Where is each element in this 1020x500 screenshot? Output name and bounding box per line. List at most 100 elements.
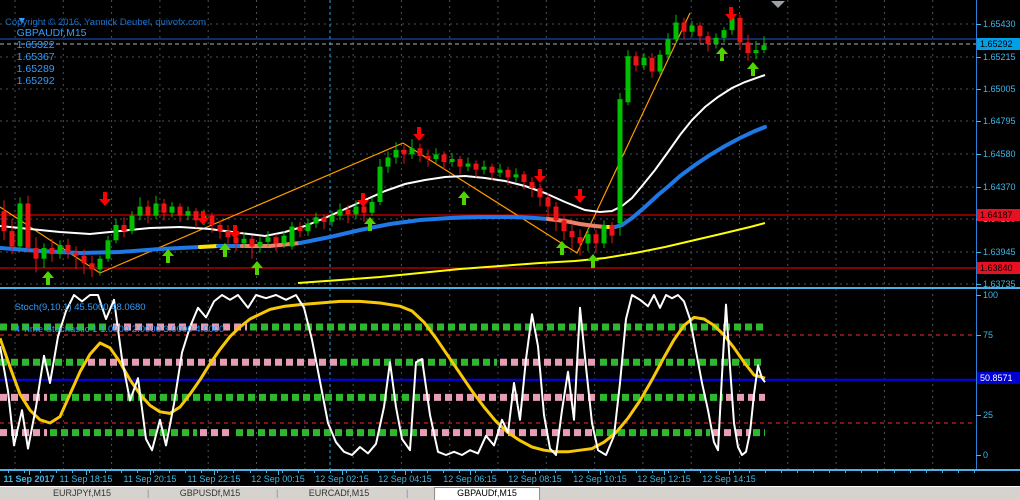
time-axis[interactable]: 11 Sep 2017 11 Sep 18:15 11 Sep 20:15 11 Se… [0, 471, 1020, 486]
time-axis-minor-tick [249, 471, 251, 473]
open-value: 1.65322 [16, 39, 55, 51]
time-axis-minor-tick [619, 471, 621, 473]
candlestick [673, 22, 679, 40]
tab-gbpusdf-m15[interactable]: GBPUSDf,M15 [180, 488, 241, 498]
time-axis-label: 12 Sep 12:15 [637, 474, 691, 484]
price-axis-tick [976, 284, 981, 285]
candlestick [609, 224, 615, 236]
time-axis-minor-tick [394, 471, 396, 473]
time-axis-minor-tick [684, 471, 686, 473]
candlestick [433, 154, 439, 159]
candlestick [17, 203, 23, 247]
candlestick [169, 206, 175, 213]
candlestick [465, 163, 471, 167]
time-axis-minor-tick [716, 471, 718, 473]
candlestick [505, 169, 511, 178]
candlestick [249, 238, 255, 247]
tab-eurjpyf-m15[interactable]: EURJPYf,M15 [53, 488, 111, 498]
candlestick [329, 215, 335, 222]
time-axis-minor-tick [845, 471, 847, 473]
candlestick [145, 206, 151, 216]
time-axis-label: 12 Sep 10:15 [573, 474, 627, 484]
candlestick [57, 244, 63, 255]
candlestick [753, 50, 759, 54]
time-axis-label: 12 Sep 14:15 [702, 474, 756, 484]
time-axis-minor-tick [507, 471, 509, 473]
candlestick [9, 231, 15, 247]
stoch-axis-tick [976, 415, 981, 416]
time-axis-minor-tick [24, 471, 26, 473]
candlestick [745, 42, 751, 54]
candlestick [81, 255, 87, 264]
price-axis-tick [976, 24, 981, 25]
main-chart[interactable] [0, 0, 976, 288]
time-axis-minor-tick [330, 471, 331, 473]
time-axis-minor-tick [780, 471, 782, 473]
tab-eurcadf-m15[interactable]: EURCADf,M15 [309, 488, 370, 498]
candlestick [537, 188, 543, 198]
time-axis-label: 11 Sep 20:15 [123, 474, 177, 484]
close-value: 1.65292 [16, 75, 55, 87]
candlestick [569, 231, 575, 238]
candlestick [209, 215, 215, 225]
time-axis-minor-tick [732, 471, 734, 473]
candlestick [577, 237, 583, 244]
time-axis-minor-tick [829, 471, 831, 473]
candlestick [593, 234, 599, 244]
time-axis-minor-tick [668, 471, 670, 473]
candlestick [297, 226, 303, 232]
bid-price-tag: 1.65292 [977, 38, 1020, 50]
candlestick [681, 22, 687, 32]
stoch-axis-tick [976, 295, 981, 296]
candlestick [193, 211, 199, 221]
time-axis-label: 12 Sep 00:15 [251, 474, 305, 484]
time-axis-label: 12 Sep 08:15 [508, 474, 562, 484]
time-axis-minor-tick [362, 471, 364, 473]
stoch-axis-label: 0 [983, 450, 989, 460]
tab-separator: | [406, 488, 409, 498]
candlestick [697, 25, 703, 37]
candlestick [529, 182, 535, 189]
candlestick [121, 224, 127, 232]
candlestick [489, 166, 495, 173]
time-axis-minor-tick [426, 471, 428, 473]
candlestick [321, 217, 327, 222]
chart-background[interactable] [0, 0, 976, 288]
candlestick [153, 203, 159, 216]
time-axis-label: 12 Sep 02:15 [315, 474, 369, 484]
candlestick [497, 169, 503, 173]
time-axis-minor-tick [764, 471, 766, 473]
time-axis-minor-tick [8, 471, 9, 473]
time-axis-minor-tick [539, 471, 541, 473]
time-axis-minor-tick [587, 471, 589, 473]
time-axis-minor-tick [813, 471, 814, 473]
candlestick [761, 45, 767, 51]
support-price-tag: 1.63840 [977, 262, 1020, 274]
price-axis-label: 1.64795 [983, 116, 1016, 126]
time-axis-label: 11 Sep 18:15 [59, 474, 113, 484]
time-axis-minor-tick [56, 471, 58, 473]
tab-gbpaudf-m15[interactable]: GBPAUDf,M15 [434, 487, 540, 500]
time-axis-minor-tick [893, 471, 895, 473]
price-axis-label: 1.63945 [983, 247, 1016, 257]
time-axis-minor-tick [104, 471, 106, 473]
candlestick [345, 209, 351, 215]
time-axis-minor-tick [458, 471, 460, 473]
time-axis-minor-tick [185, 471, 187, 473]
time-axis-minor-tick [941, 471, 943, 473]
resistance-price-tag: 1.64187 [977, 209, 1020, 221]
candlestick [633, 56, 639, 66]
time-axis-minor-tick [297, 471, 299, 473]
price-axis-tick [976, 57, 981, 58]
high-value: 1.65367 [16, 51, 55, 63]
stoch-values: Stoch(9,10,1) 45.5000 48.0680 [14, 302, 146, 313]
time-axis-minor-tick [136, 471, 138, 473]
candlestick [361, 206, 367, 213]
price-axis[interactable] [976, 0, 1020, 471]
candlestick [641, 57, 647, 66]
candlestick [241, 238, 247, 244]
price-axis-label: 1.65215 [983, 52, 1016, 62]
panel-separator-top[interactable] [0, 287, 1020, 289]
price-axis-tick [976, 121, 981, 122]
stoch-axis-tick [976, 455, 981, 456]
